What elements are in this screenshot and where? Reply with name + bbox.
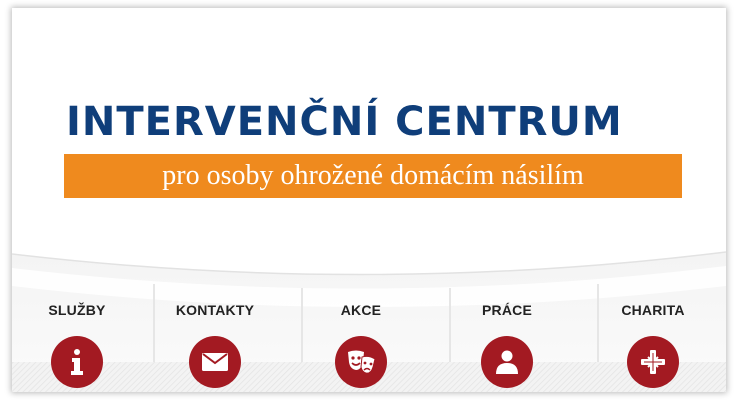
logo-title: INTERVENČNÍ CENTRUM	[66, 99, 623, 145]
logo-subtitle: pro osoby ohrožené domácím násilím	[64, 154, 682, 198]
theater-masks-icon[interactable]	[335, 336, 387, 388]
page-frame: INTERVENČNÍ CENTRUM pro osoby ohrožené d…	[12, 8, 726, 392]
site-logo[interactable]: INTERVENČNÍ CENTRUM pro osoby ohrožené d…	[64, 98, 684, 198]
person-icon[interactable]	[481, 336, 533, 388]
nav-item-prace[interactable]: PRÁCE	[434, 298, 580, 392]
nav-item-akce[interactable]: AKCE	[288, 298, 434, 392]
main-nav: SLUŽBY KONTAKTY AKCE PRÁCE CHARITA	[12, 298, 726, 392]
info-icon[interactable]	[51, 336, 103, 388]
nav-item-sluzby[interactable]: SLUŽBY	[12, 298, 142, 392]
envelope-icon[interactable]	[189, 336, 241, 388]
nav-label: PRÁCE	[481, 302, 532, 318]
nav-label: KONTAKTY	[175, 302, 255, 318]
nav-label: SLUŽBY	[48, 302, 106, 318]
nav-item-kontakty[interactable]: KONTAKTY	[142, 298, 288, 392]
nav-label: AKCE	[340, 302, 382, 318]
nav-label: CHARITA	[621, 302, 685, 318]
charity-cross-icon[interactable]	[627, 336, 679, 388]
nav-item-charita[interactable]: CHARITA	[580, 298, 726, 392]
